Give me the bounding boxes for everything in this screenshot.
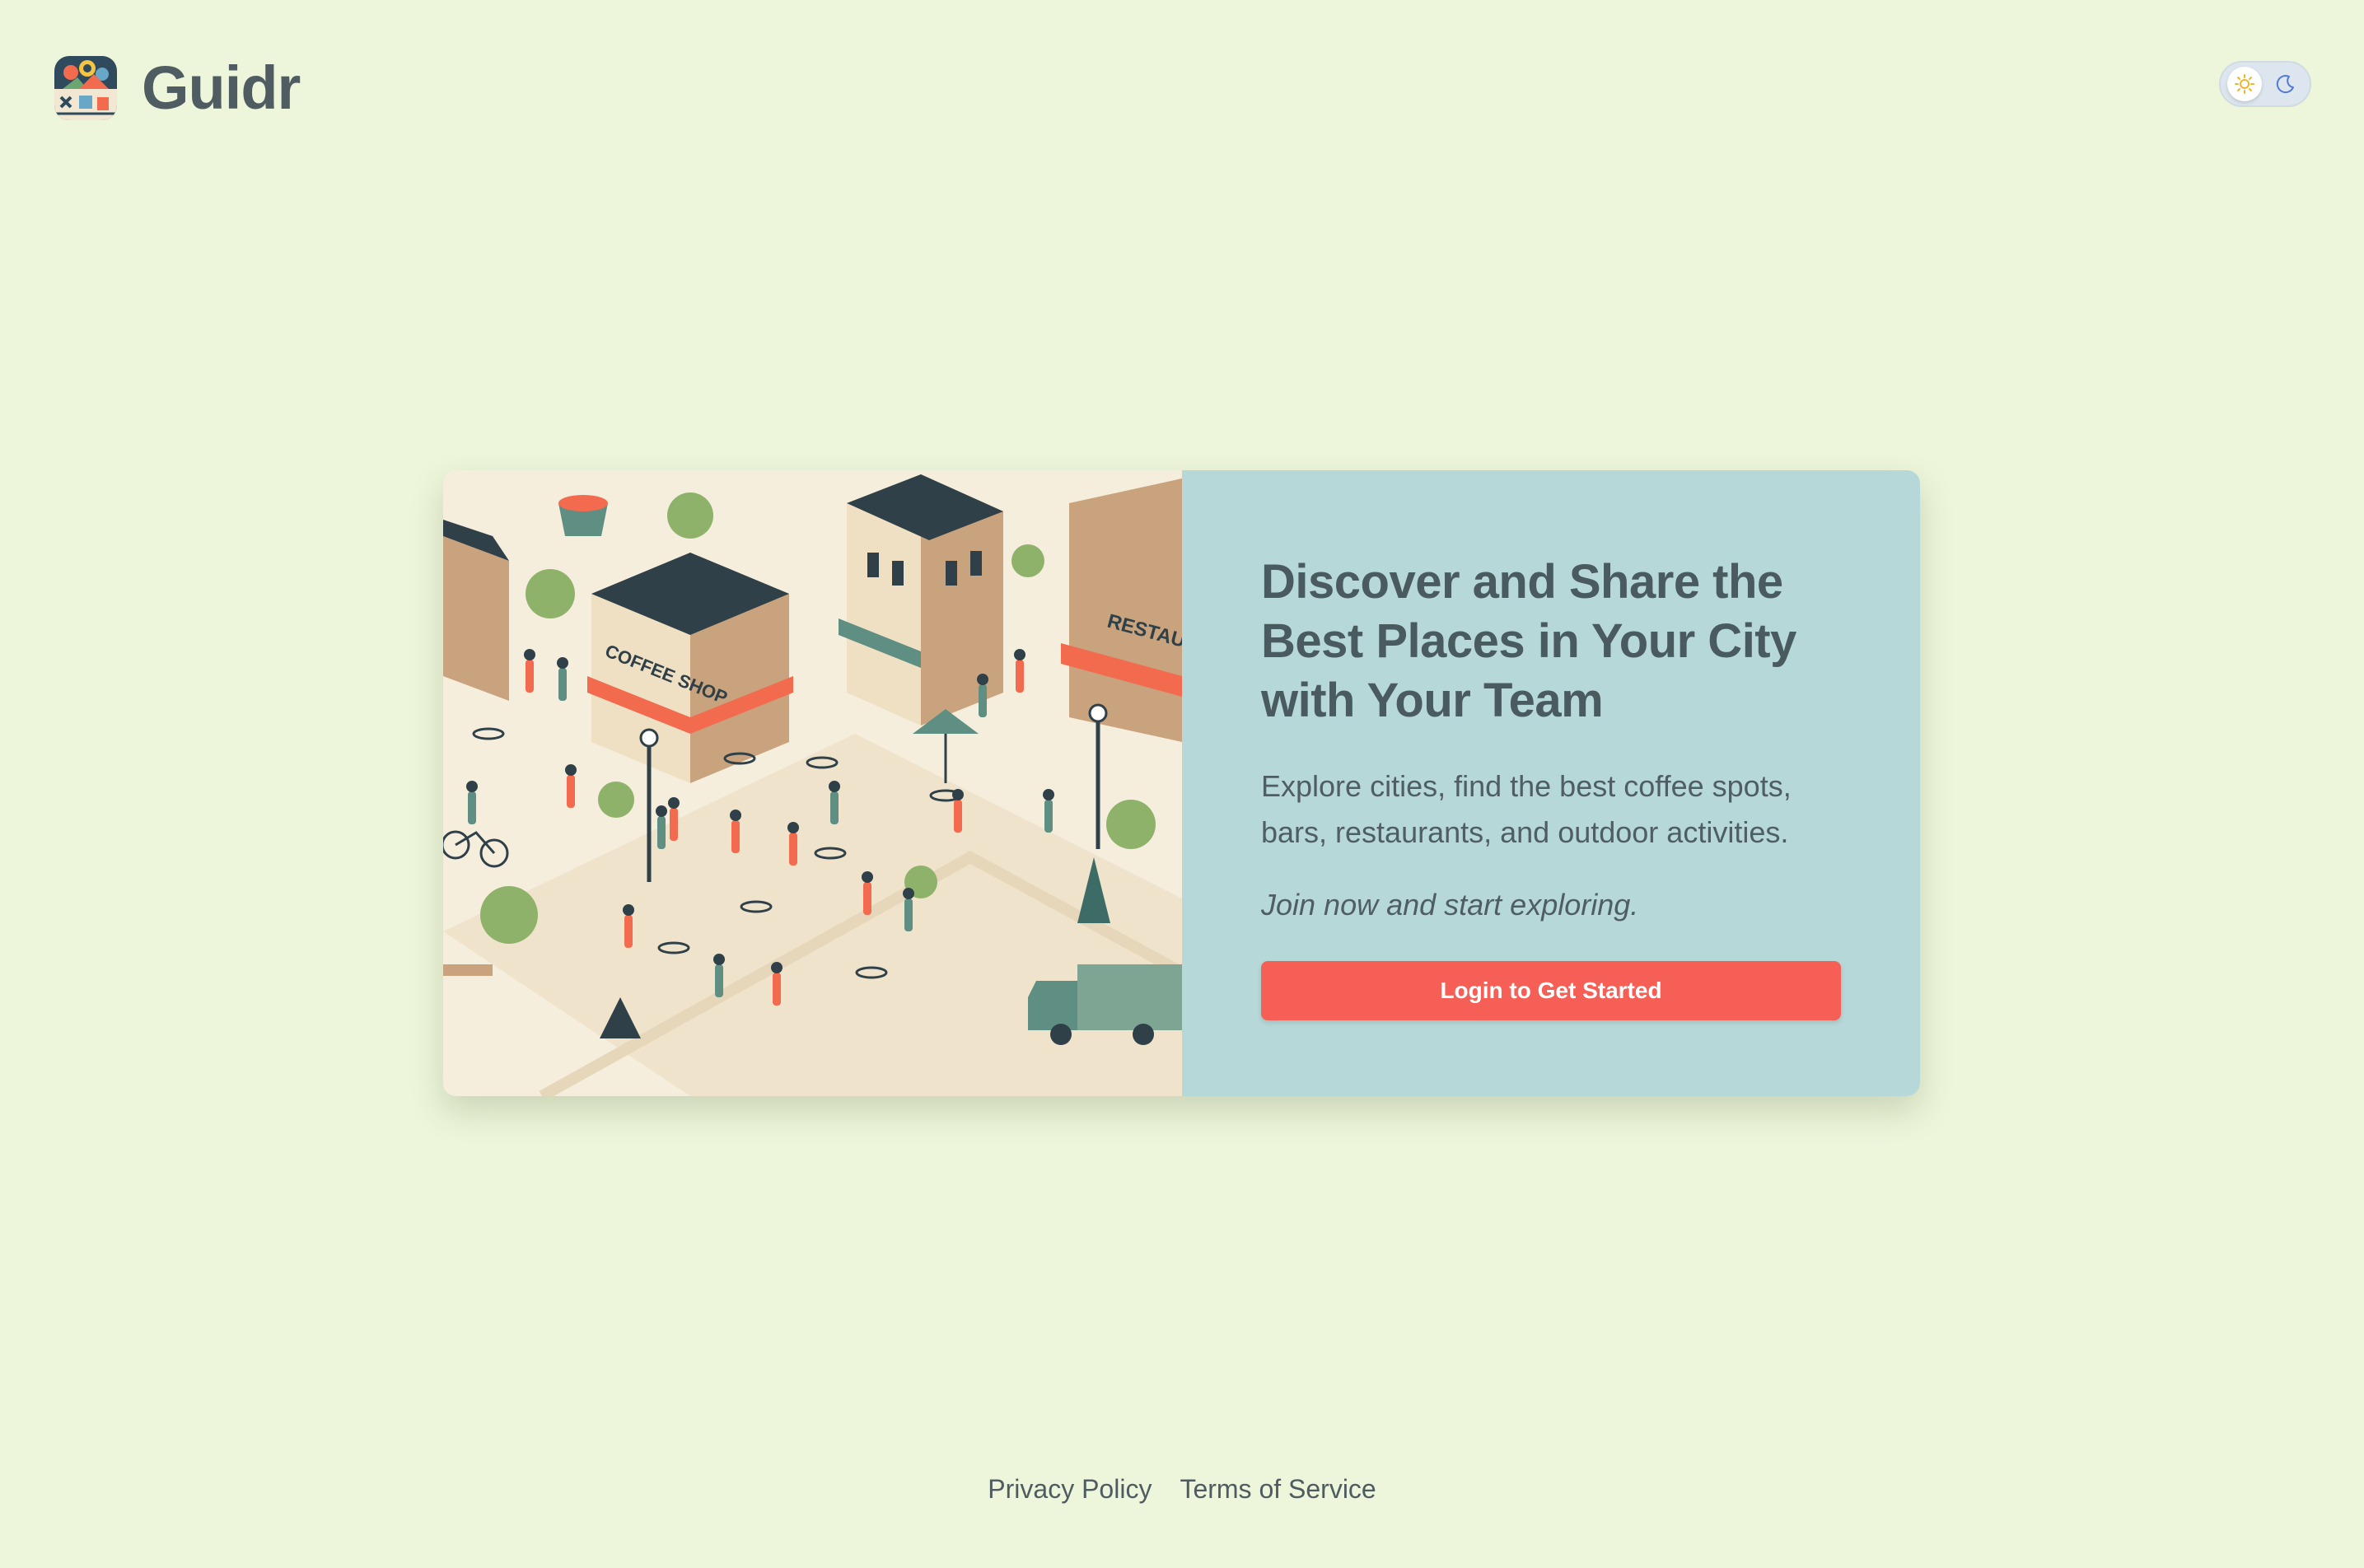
footer: Privacy Policy Terms of Service	[0, 1474, 2364, 1505]
hero-content: Discover and Share the Best Places in Yo…	[1182, 470, 1920, 1096]
hero-description: Explore cities, find the best coffee spo…	[1261, 769, 1792, 849]
hero-cta-text: Join now and start exploring.	[1261, 888, 1639, 922]
city-street-illustration: COFFEE SHOP RESTAUR	[443, 470, 1182, 1096]
brand[interactable]: Guidr	[54, 53, 301, 123]
app-logo-icon	[54, 55, 117, 120]
moon-icon[interactable]	[2268, 67, 2303, 101]
hero-title: Discover and Share the Best Places in Yo…	[1261, 555, 1796, 727]
sun-icon[interactable]	[2227, 67, 2262, 101]
login-button[interactable]: Login to Get Started	[1261, 961, 1841, 1020]
hero-card: COFFEE SHOP RESTAUR Discover and Share t…	[443, 470, 1920, 1096]
theme-toggle[interactable]	[2219, 61, 2311, 107]
landing-page: Guidr COFFEE SHOP RESTAUR Discover and S…	[0, 0, 2364, 1568]
app-name: Guidr	[142, 54, 301, 122]
privacy-policy-link[interactable]: Privacy Policy	[988, 1474, 1152, 1505]
terms-of-service-link[interactable]: Terms of Service	[1180, 1474, 1376, 1505]
